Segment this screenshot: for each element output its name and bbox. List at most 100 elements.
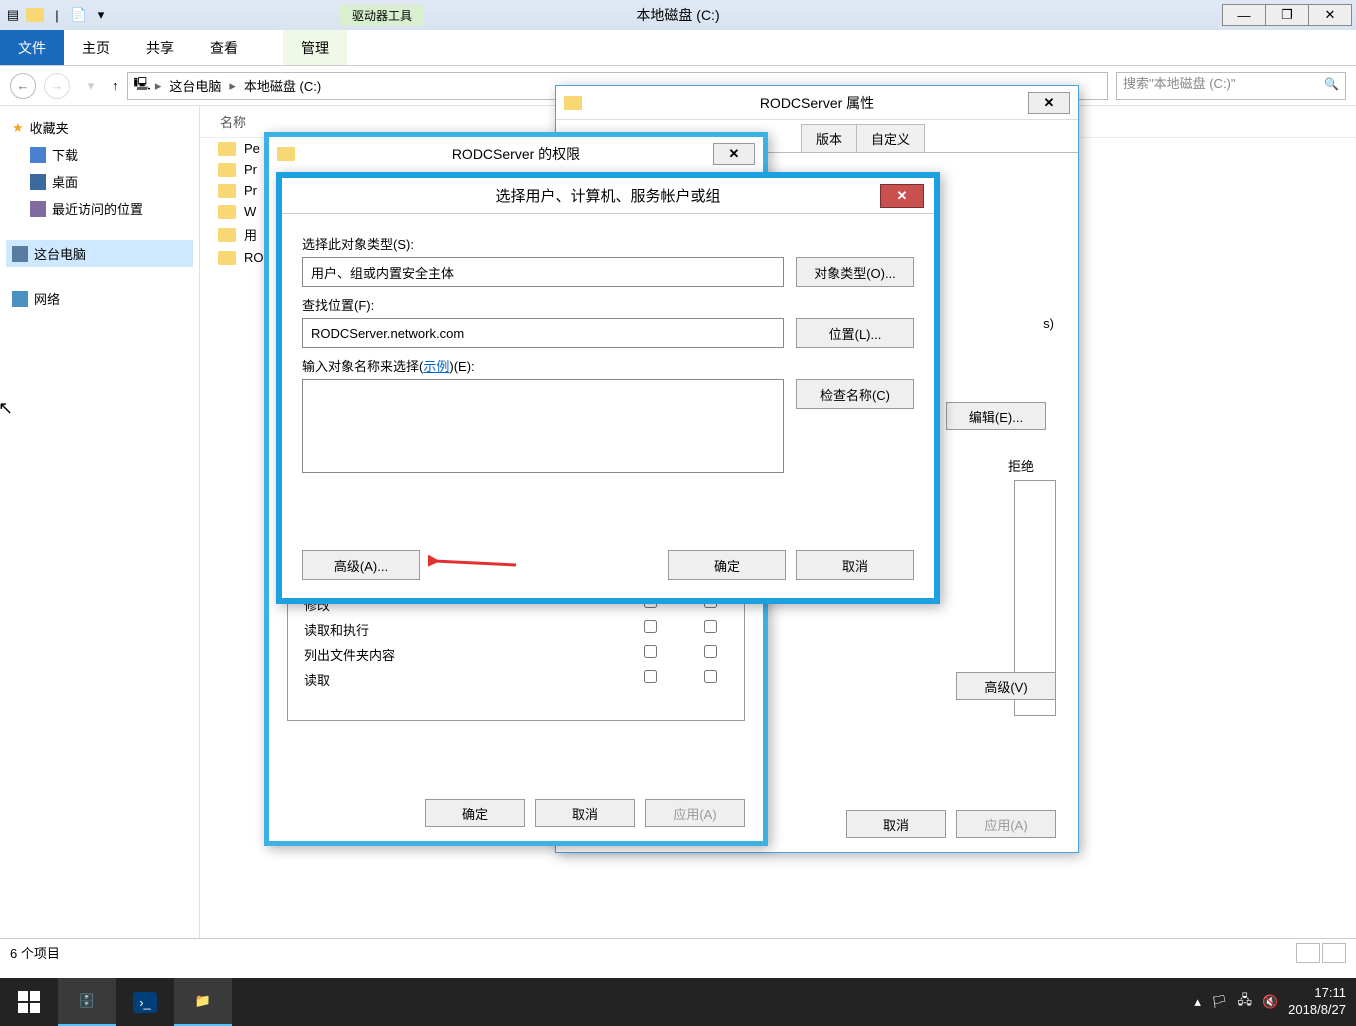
permission-row: 列出文件夹内容 — [288, 642, 744, 667]
advanced-button[interactable]: 高级(V) — [956, 672, 1056, 700]
breadcrumb-sep: ▸ — [155, 78, 162, 94]
tab-share[interactable]: 共享 — [128, 30, 192, 65]
cancel-button[interactable]: 取消 — [796, 550, 914, 580]
locations-button[interactable]: 位置(L)... — [796, 318, 914, 348]
apply-button[interactable]: 应用(A) — [956, 810, 1056, 838]
sidebar-network[interactable]: 网络 — [6, 285, 193, 312]
window-title: 本地磁盘 (C:) — [0, 5, 1356, 25]
folder-icon — [218, 184, 236, 198]
taskbar-file-explorer[interactable]: 📁 — [174, 978, 232, 1026]
ok-button[interactable]: 确定 — [425, 799, 525, 827]
sidebar-label: 这台电脑 — [34, 244, 86, 263]
view-details-button[interactable] — [1296, 943, 1320, 963]
object-type-field[interactable] — [302, 257, 784, 287]
start-button[interactable] — [0, 978, 58, 1026]
deny-checkbox[interactable] — [704, 645, 717, 658]
edit-button[interactable]: 编辑(E)... — [946, 402, 1046, 430]
deny-column-label: 拒绝 — [1008, 456, 1034, 475]
qat-divider: | — [48, 6, 66, 24]
object-names-input[interactable] — [302, 379, 784, 473]
taskbar-powershell[interactable]: ›_ — [116, 978, 174, 1026]
file-tab[interactable]: 文件 — [0, 30, 64, 65]
select-users-dialog: 选择用户、计算机、服务帐户或组 ✕ 选择此对象类型(S): 对象类型(O)...… — [276, 172, 940, 604]
allow-checkbox[interactable] — [644, 670, 657, 683]
apply-button[interactable]: 应用(A) — [645, 799, 745, 827]
tab-version[interactable]: 版本 — [801, 124, 857, 152]
dialog-titlebar[interactable]: RODCServer 属性 ✕ — [556, 86, 1078, 120]
folder-icon — [218, 251, 236, 265]
permissions-list[interactable]: 修改读取和执行列出文件夹内容读取 — [287, 591, 745, 721]
folder-icon — [218, 228, 236, 242]
permission-row: 读取和执行 — [288, 617, 744, 642]
sidebar-favorites[interactable]: ★ 收藏夹 — [6, 114, 193, 141]
dialog-body: 选择此对象类型(S): 对象类型(O)... 查找位置(F): 位置(L)...… — [282, 214, 934, 485]
maximize-button[interactable]: ❐ — [1265, 4, 1309, 26]
dialog-buttons: 取消 应用(A) — [736, 810, 1056, 838]
sidebar-downloads[interactable]: 下载 — [6, 141, 193, 168]
close-button[interactable]: ✕ — [713, 143, 755, 165]
tab-custom[interactable]: 自定义 — [856, 124, 925, 152]
close-button[interactable]: ✕ — [1308, 4, 1352, 26]
dialog-titlebar[interactable]: RODCServer 的权限 ✕ — [269, 137, 763, 171]
permission-row: 读取 — [288, 667, 744, 692]
dialog-title: RODCServer 的权限 — [269, 144, 763, 164]
ok-button[interactable]: 确定 — [668, 550, 786, 580]
sidebar-label: 收藏夹 — [30, 118, 69, 137]
tab-view[interactable]: 查看 — [192, 30, 256, 65]
dialog-buttons: 高级(A)... 确定 取消 — [302, 550, 914, 580]
check-names-button[interactable]: 检查名称(C) — [796, 379, 914, 409]
sidebar-thispc[interactable]: 这台电脑 — [6, 240, 193, 267]
dialog-titlebar[interactable]: 选择用户、计算机、服务帐户或组 ✕ — [282, 178, 934, 214]
clock[interactable]: 17:11 2018/8/27 — [1288, 985, 1346, 1019]
properties-icon[interactable]: 📄 — [70, 6, 88, 24]
allow-checkbox[interactable] — [644, 620, 657, 633]
cancel-button[interactable]: 取消 — [846, 810, 946, 838]
close-button[interactable]: ✕ — [1028, 92, 1070, 114]
tab-manage[interactable]: 管理 — [283, 30, 347, 65]
permission-name: 读取 — [292, 670, 620, 689]
deny-checkbox[interactable] — [704, 620, 717, 633]
pc-icon: 🖳 — [134, 75, 151, 97]
location-field[interactable] — [302, 318, 784, 348]
nav-forward-button[interactable]: → — [44, 73, 70, 99]
desktop-icon — [30, 174, 46, 190]
nav-up-button[interactable]: ↑ — [112, 78, 119, 93]
close-button[interactable]: ✕ — [880, 184, 924, 208]
sidebar-label: 下载 — [52, 145, 78, 164]
folder-name: Pr — [244, 162, 257, 177]
view-icons-button[interactable] — [1322, 943, 1346, 963]
quick-access-toolbar: ▤ | 📄 ▾ — [4, 6, 110, 24]
dropdown-icon[interactable]: ▾ — [92, 6, 110, 24]
object-types-button[interactable]: 对象类型(O)... — [796, 257, 914, 287]
nav-recent-dropdown[interactable]: ▾ — [78, 73, 104, 99]
recent-icon — [30, 201, 46, 217]
sidebar-recent[interactable]: 最近访问的位置 — [6, 195, 193, 222]
advanced-button[interactable]: 高级(A)... — [302, 550, 420, 580]
taskbar-server-manager[interactable]: 🗄️ — [58, 978, 116, 1026]
cancel-button[interactable]: 取消 — [535, 799, 635, 827]
star-icon: ★ — [12, 120, 24, 136]
taskbar: 🗄️ ›_ 📁 ▴ 🏳 🖧 🔇 17:11 2018/8/27 — [0, 978, 1356, 1026]
examples-link[interactable]: 示例 — [423, 359, 449, 374]
system-tray: ▴ 🏳 🖧 🔇 17:11 2018/8/27 — [1194, 985, 1356, 1019]
breadcrumb-sep: ▸ — [229, 78, 236, 94]
titlebar: ▤ | 📄 ▾ 驱动器工具 本地磁盘 (C:) — ❐ ✕ — [0, 0, 1356, 30]
folder-icon — [218, 142, 236, 156]
label-text: )(E): — [449, 359, 474, 374]
tab-home[interactable]: 主页 — [64, 30, 128, 65]
breadcrumb-drive[interactable]: 本地磁盘 (C:) — [240, 74, 325, 97]
status-item-count: 6 个项目 — [10, 943, 60, 962]
minimize-button[interactable]: — — [1222, 4, 1266, 26]
allow-checkbox[interactable] — [644, 645, 657, 658]
tray-up-icon[interactable]: ▴ — [1194, 994, 1201, 1010]
object-type-label: 选择此对象类型(S): — [302, 234, 914, 253]
breadcrumb-pc[interactable]: 这台电脑 — [165, 74, 225, 97]
nav-back-button[interactable]: ← — [10, 73, 36, 99]
volume-icon[interactable]: 🔇 — [1262, 994, 1278, 1010]
sidebar-desktop[interactable]: 桌面 — [6, 168, 193, 195]
deny-checkbox[interactable] — [704, 670, 717, 683]
network-tray-icon[interactable]: 🖧 — [1237, 991, 1252, 1013]
flag-icon[interactable]: 🏳 — [1211, 994, 1228, 1010]
search-input[interactable]: 搜索"本地磁盘 (C:)" — [1116, 72, 1346, 100]
window-menu-icon[interactable]: ▤ — [4, 6, 22, 24]
